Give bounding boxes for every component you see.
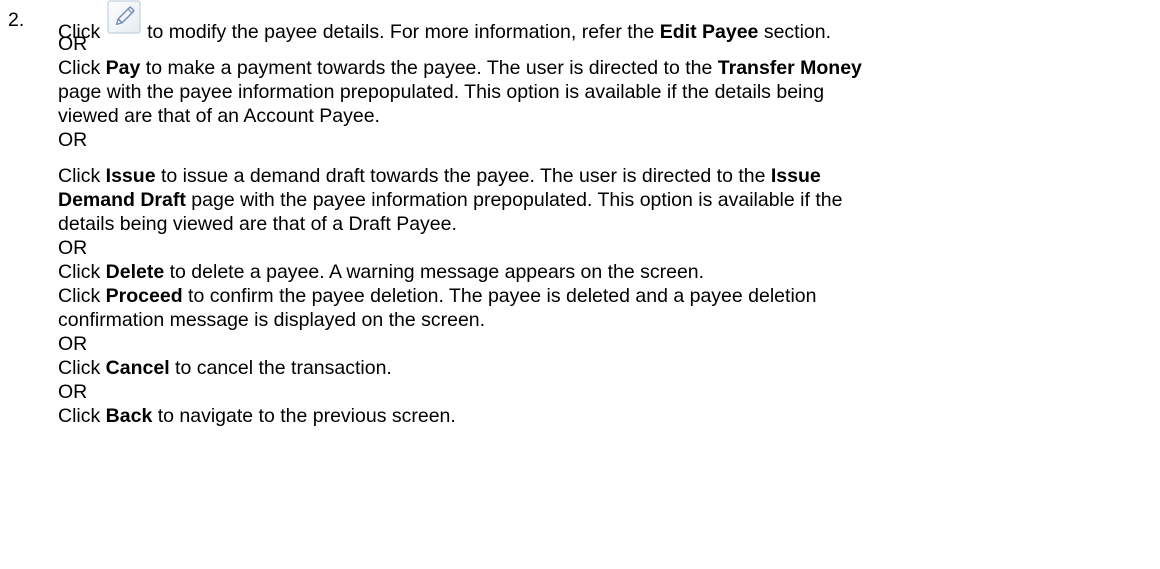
back-instruction: Click Back to navigate to the previous s… [58,404,1153,428]
edit-payee-link-text: Edit Payee [659,21,759,43]
issue-demand-draft-label-end: Demand Draft [58,189,186,211]
or-separator: OR [58,333,88,355]
step-number: 2. [8,9,25,31]
issue-text: to issue a demand draft towards the paye… [160,165,766,187]
issue-instruction-line1: Click Issue to issue a demand draft towa… [58,164,1153,188]
issue-instruction-line2: Demand Draft page with the payee informa… [58,188,1153,212]
step-body: Click to modify the payee details. For m… [58,0,1153,428]
issue-instruction-line3: details being viewed are that of a Draft… [58,213,457,235]
edit-instruction: Click to modify the payee details. For m… [58,0,1153,43]
transfer-money-label: Transfer Money [717,57,862,79]
delete-text: to delete a payee. A warning message app… [169,261,705,283]
cancel-text: to cancel the transaction. [175,357,392,379]
pay-instruction-line3: viewed are that of an Account Payee. [58,105,380,127]
proceed-label: Proceed [105,285,183,307]
click-text: Click [58,285,101,307]
pay-instruction-line2: page with the payee information prepopul… [58,81,825,103]
back-label: Back [105,405,153,427]
pay-instruction-line1: Click Pay to make a payment towards the … [58,56,1153,80]
or-separator: OR [58,129,88,151]
delete-label: Delete [105,261,165,283]
back-text: to navigate to the previous screen. [157,405,456,427]
pay-label: Pay [105,57,141,79]
or-separator: OR [58,381,88,403]
click-text: Click [58,261,101,283]
edit-pencil-icon [107,0,141,34]
issue-text-2: page with the payee information prepopul… [191,189,843,211]
issue-label: Issue [105,165,156,187]
proceed-text: to confirm the payee deletion. The payee… [188,285,817,307]
or-separator: OR [58,237,88,259]
click-text: Click [58,405,101,427]
pay-text: to make a payment towards the payee. The… [145,57,713,79]
click-text: Click [58,57,101,79]
click-text: Click [58,357,101,379]
edit-text: to modify the payee details. For more in… [147,21,655,43]
click-text: Click [58,165,101,187]
issue-demand-draft-label-start: Issue [770,165,821,187]
cancel-instruction: Click Cancel to cancel the transaction. [58,356,1153,380]
delete-instruction: Click Delete to delete a payee. A warnin… [58,260,1153,284]
edit-tail: section. [763,21,832,43]
proceed-instruction-line1: Click Proceed to confirm the payee delet… [58,284,1153,308]
proceed-instruction-line2: confirmation message is displayed on the… [58,309,486,331]
cancel-label: Cancel [105,357,170,379]
